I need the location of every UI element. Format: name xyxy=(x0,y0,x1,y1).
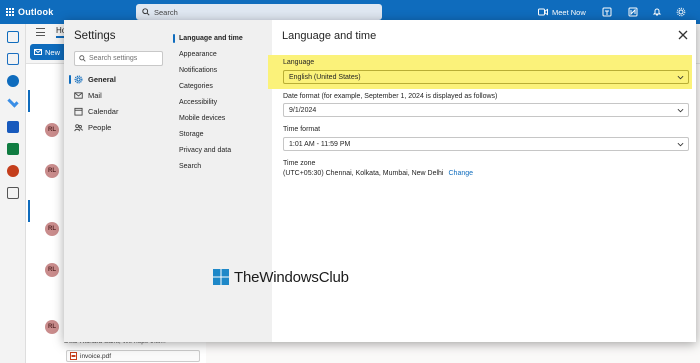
selection-indicator xyxy=(69,75,71,84)
app-rail xyxy=(0,24,26,363)
subcategory-notifications[interactable]: Notifications xyxy=(179,64,269,76)
settings-search-box[interactable]: Search settings xyxy=(74,51,163,66)
category-calendar[interactable]: Calendar xyxy=(74,105,164,118)
settings-search-placeholder: Search settings xyxy=(89,55,138,62)
date-format-label: Date format (for example, September 1, 2… xyxy=(283,93,498,100)
app-brand: Outlook xyxy=(6,5,66,19)
subcategory-mobile-devices[interactable]: Mobile devices xyxy=(179,112,269,124)
app-launcher-icon[interactable] xyxy=(6,8,14,16)
windows-logo-icon xyxy=(212,268,230,286)
change-time-zone-link[interactable]: Change xyxy=(449,170,474,177)
avatar[interactable]: RL xyxy=(45,320,59,334)
mail-icon xyxy=(74,92,83,99)
chevron-down-icon xyxy=(677,74,684,81)
avatar[interactable]: RL xyxy=(45,222,59,236)
subcategory-label: Notifications xyxy=(179,66,218,74)
time-format-dropdown[interactable]: 1:01 AM - 11:59 PM xyxy=(283,137,689,151)
category-label: General xyxy=(88,75,116,84)
powerpoint-app-icon[interactable] xyxy=(7,165,19,177)
settings-content-pane: Language and time Language English (Unit… xyxy=(268,20,696,342)
unread-indicator xyxy=(28,200,30,222)
search-icon xyxy=(79,55,86,62)
attachment-chip[interactable]: invoice.pdf xyxy=(66,350,200,362)
time-zone-label: Time zone xyxy=(283,160,316,167)
video-camera-icon xyxy=(538,8,548,16)
calendar-icon xyxy=(74,107,83,116)
excel-app-icon[interactable] xyxy=(7,143,19,155)
envelope-icon xyxy=(34,49,42,55)
settings-title: Settings xyxy=(74,30,116,42)
calendar-app-icon[interactable] xyxy=(7,53,19,65)
time-format-label: Time format xyxy=(283,126,321,133)
new-mail-label: New xyxy=(45,47,61,57)
todo-app-icon[interactable] xyxy=(7,96,19,108)
chevron-down-icon xyxy=(677,141,684,148)
settings-dialog: Settings Search settings General Mail Ca… xyxy=(64,20,696,342)
subcategory-label: Privacy and data xyxy=(179,146,232,154)
date-format-value: 9/1/2024 xyxy=(289,106,317,114)
category-label: People xyxy=(88,123,112,132)
subcategory-categories[interactable]: Categories xyxy=(179,80,269,92)
watermark-text: TheWindowsClub xyxy=(234,268,349,286)
meet-now-button[interactable]: Meet Now xyxy=(538,6,586,18)
subcategory-label: Storage xyxy=(179,130,204,138)
subcategory-appearance[interactable]: Appearance xyxy=(179,48,269,60)
onenote-feed-icon[interactable] xyxy=(628,7,638,17)
category-mail[interactable]: Mail xyxy=(74,89,164,102)
language-dropdown[interactable]: English (United States) xyxy=(283,70,689,84)
close-button[interactable] xyxy=(677,29,689,41)
app-name: Outlook xyxy=(18,7,54,17)
global-search-box[interactable]: Search xyxy=(136,4,382,20)
global-search-placeholder: Search xyxy=(154,7,178,17)
settings-nav-pane: Settings Search settings General Mail Ca… xyxy=(64,20,272,342)
avatar[interactable]: RL xyxy=(45,123,59,137)
pdf-file-icon xyxy=(70,352,77,360)
gear-icon xyxy=(74,75,83,84)
avatar[interactable]: RL xyxy=(45,263,59,277)
hamburger-menu-icon[interactable] xyxy=(36,28,45,36)
subcategory-label: Categories xyxy=(179,82,213,90)
subcategory-label: Mobile devices xyxy=(179,114,226,122)
selection-indicator xyxy=(173,34,175,43)
mail-app-icon[interactable] xyxy=(7,31,19,43)
chevron-down-icon xyxy=(677,107,684,114)
date-format-dropdown[interactable]: 9/1/2024 xyxy=(283,103,689,117)
subcategory-label: Search xyxy=(179,162,202,170)
people-app-icon[interactable] xyxy=(7,75,19,87)
meet-now-label: Meet Now xyxy=(552,7,586,17)
time-zone-row: (UTC+05:30) Chennai, Kolkata, Mumbai, Ne… xyxy=(283,170,473,177)
unread-indicator xyxy=(28,90,30,112)
more-apps-icon[interactable] xyxy=(7,187,19,199)
gear-icon[interactable] xyxy=(676,7,686,17)
category-general[interactable]: General xyxy=(69,73,164,86)
word-app-icon[interactable] xyxy=(7,121,19,133)
watermark: TheWindowsClub xyxy=(212,266,349,288)
language-value: English (United States) xyxy=(289,73,361,81)
category-people[interactable]: People xyxy=(74,121,164,134)
subcategory-label: Accessibility xyxy=(179,98,218,106)
attachment-name: invoice.pdf xyxy=(80,352,112,360)
subcategory-accessibility[interactable]: Accessibility xyxy=(179,96,269,108)
close-icon xyxy=(678,30,688,40)
subcategory-storage[interactable]: Storage xyxy=(179,128,269,140)
category-label: Calendar xyxy=(88,107,119,116)
teams-icon[interactable] xyxy=(602,7,612,17)
time-format-value: 1:01 AM - 11:59 PM xyxy=(289,140,351,148)
subcategory-language-and-time[interactable]: Language and time xyxy=(173,32,269,44)
subcategory-privacy-and-data[interactable]: Privacy and data xyxy=(179,144,269,156)
search-icon xyxy=(142,8,150,16)
subcategory-label: Language and time xyxy=(179,34,243,42)
bell-icon[interactable] xyxy=(652,7,662,17)
subcategory-label: Appearance xyxy=(179,50,217,58)
panel-title: Language and time xyxy=(282,30,377,42)
subcategory-search[interactable]: Search xyxy=(179,160,269,172)
time-zone-value: (UTC+05:30) Chennai, Kolkata, Mumbai, Ne… xyxy=(283,170,444,177)
language-label: Language xyxy=(283,59,315,66)
avatar[interactable]: RL xyxy=(45,164,59,178)
people-icon xyxy=(74,124,83,132)
category-label: Mail xyxy=(88,91,102,100)
